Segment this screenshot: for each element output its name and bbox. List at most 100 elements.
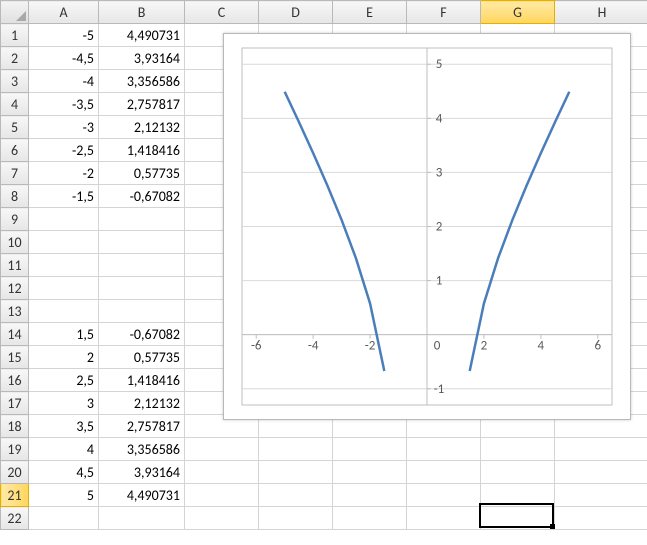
- column-header[interactable]: C: [185, 1, 259, 24]
- cell[interactable]: [185, 507, 259, 530]
- cell[interactable]: [555, 507, 647, 530]
- cell[interactable]: 2: [29, 346, 99, 369]
- row-header[interactable]: 12: [1, 277, 29, 300]
- column-header[interactable]: D: [259, 1, 333, 24]
- row-header[interactable]: 15: [1, 346, 29, 369]
- cell[interactable]: [99, 254, 185, 277]
- cell[interactable]: 1,418416: [99, 139, 185, 162]
- cell[interactable]: [333, 461, 407, 484]
- cell[interactable]: [555, 484, 647, 507]
- cell[interactable]: 4,5: [29, 461, 99, 484]
- embedded-chart[interactable]: -6-4-20246-112345: [223, 33, 631, 420]
- cell[interactable]: 4,490731: [99, 484, 185, 507]
- cell[interactable]: [29, 254, 99, 277]
- row-header[interactable]: 11: [1, 254, 29, 277]
- row-header[interactable]: 20: [1, 461, 29, 484]
- cell[interactable]: [407, 484, 481, 507]
- cell[interactable]: [481, 438, 555, 461]
- cell[interactable]: [185, 438, 259, 461]
- cell[interactable]: [99, 507, 185, 530]
- cell[interactable]: [185, 484, 259, 507]
- cell[interactable]: 3,93164: [99, 461, 185, 484]
- cell[interactable]: 3,356586: [99, 438, 185, 461]
- row-header[interactable]: 3: [1, 70, 29, 93]
- cell[interactable]: [407, 461, 481, 484]
- cell[interactable]: 3,5: [29, 415, 99, 438]
- row-header[interactable]: 1: [1, 24, 29, 47]
- cell[interactable]: 2,757817: [99, 415, 185, 438]
- cell[interactable]: [555, 461, 647, 484]
- cell[interactable]: [29, 208, 99, 231]
- cell[interactable]: 4,490731: [99, 24, 185, 47]
- cell[interactable]: [29, 300, 99, 323]
- cell[interactable]: [555, 438, 647, 461]
- row-header[interactable]: 21: [1, 484, 29, 507]
- row-header[interactable]: 2: [1, 47, 29, 70]
- row-header[interactable]: 7: [1, 162, 29, 185]
- cell[interactable]: -4,5: [29, 47, 99, 70]
- cell[interactable]: 2,757817: [99, 93, 185, 116]
- row-header[interactable]: 5: [1, 116, 29, 139]
- cell[interactable]: [481, 461, 555, 484]
- row-header[interactable]: 17: [1, 392, 29, 415]
- row-header[interactable]: 9: [1, 208, 29, 231]
- cell[interactable]: [481, 484, 555, 507]
- cell[interactable]: 1,418416: [99, 369, 185, 392]
- cell[interactable]: 2,12132: [99, 392, 185, 415]
- cell[interactable]: -4: [29, 70, 99, 93]
- cell[interactable]: [259, 461, 333, 484]
- row-header[interactable]: 8: [1, 185, 29, 208]
- cell[interactable]: [99, 300, 185, 323]
- cell[interactable]: -2,5: [29, 139, 99, 162]
- row-header[interactable]: 16: [1, 369, 29, 392]
- cell[interactable]: -3: [29, 116, 99, 139]
- select-all-corner[interactable]: [1, 1, 29, 24]
- cell[interactable]: -0,67082: [99, 185, 185, 208]
- cell[interactable]: [481, 507, 555, 530]
- cell[interactable]: 4: [29, 438, 99, 461]
- cell[interactable]: 3,356586: [99, 70, 185, 93]
- row-header[interactable]: 18: [1, 415, 29, 438]
- row-header[interactable]: 6: [1, 139, 29, 162]
- column-header[interactable]: A: [29, 1, 99, 24]
- cell[interactable]: 3,93164: [99, 47, 185, 70]
- cell[interactable]: [407, 507, 481, 530]
- cell[interactable]: 5: [29, 484, 99, 507]
- cell[interactable]: [333, 484, 407, 507]
- cell[interactable]: -5: [29, 24, 99, 47]
- column-header[interactable]: G: [481, 1, 555, 24]
- cell[interactable]: [99, 231, 185, 254]
- cell[interactable]: 0,57735: [99, 346, 185, 369]
- cell[interactable]: [259, 507, 333, 530]
- cell[interactable]: -1,5: [29, 185, 99, 208]
- row-header[interactable]: 19: [1, 438, 29, 461]
- column-header[interactable]: H: [555, 1, 647, 24]
- cell[interactable]: [29, 231, 99, 254]
- column-header[interactable]: F: [407, 1, 481, 24]
- cell[interactable]: [99, 277, 185, 300]
- column-header[interactable]: B: [99, 1, 185, 24]
- cell[interactable]: [333, 438, 407, 461]
- cell[interactable]: [407, 438, 481, 461]
- cell[interactable]: 2,5: [29, 369, 99, 392]
- cell[interactable]: [333, 507, 407, 530]
- row-header[interactable]: 13: [1, 300, 29, 323]
- row-header[interactable]: 14: [1, 323, 29, 346]
- column-header[interactable]: E: [333, 1, 407, 24]
- cell[interactable]: 2,12132: [99, 116, 185, 139]
- cell[interactable]: -0,67082: [99, 323, 185, 346]
- cell[interactable]: [29, 277, 99, 300]
- row-header[interactable]: 4: [1, 93, 29, 116]
- cell[interactable]: -2: [29, 162, 99, 185]
- cell[interactable]: -3,5: [29, 93, 99, 116]
- cell[interactable]: 3: [29, 392, 99, 415]
- cell[interactable]: [259, 438, 333, 461]
- cell[interactable]: 1,5: [29, 323, 99, 346]
- cell[interactable]: [185, 461, 259, 484]
- cell[interactable]: 0,57735: [99, 162, 185, 185]
- cell[interactable]: [99, 208, 185, 231]
- cell[interactable]: [259, 484, 333, 507]
- cell[interactable]: [29, 507, 99, 530]
- row-header[interactable]: 22: [1, 507, 29, 530]
- row-header[interactable]: 10: [1, 231, 29, 254]
